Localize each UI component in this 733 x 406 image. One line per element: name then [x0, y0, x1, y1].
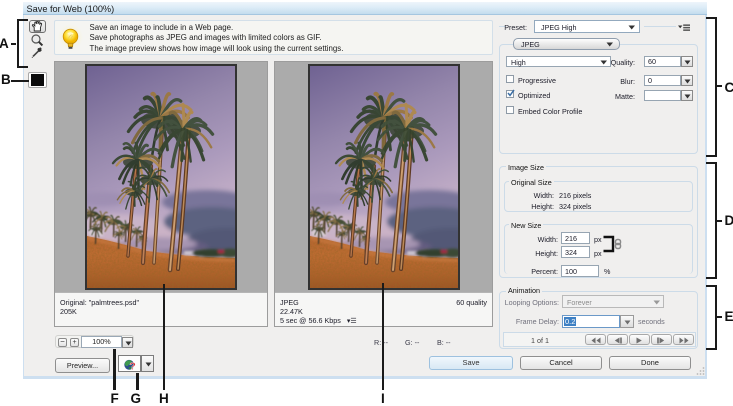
svg-text:?: ?	[129, 360, 135, 371]
